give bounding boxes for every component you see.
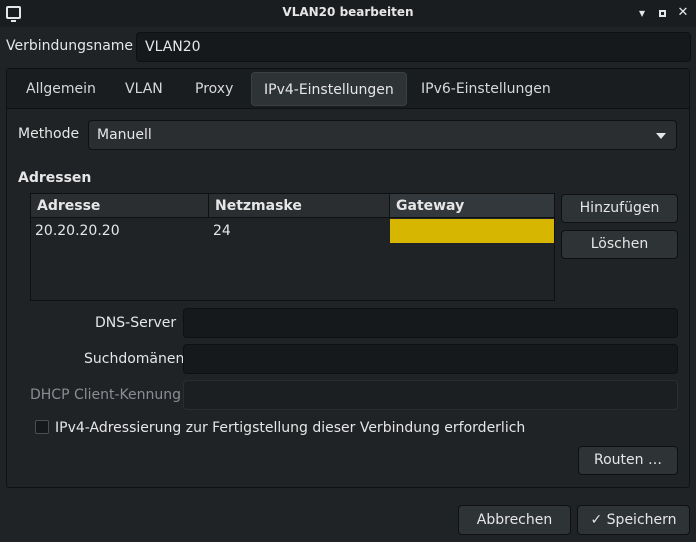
search-domains-field[interactable] bbox=[183, 344, 678, 374]
netmask-cell[interactable]: 24 bbox=[209, 219, 390, 243]
save-button[interactable]: ✓ Speichern bbox=[577, 505, 690, 535]
add-button[interactable]: Hinzufügen bbox=[561, 194, 678, 223]
chevron-down-icon bbox=[656, 133, 666, 139]
connection-name-label: Verbindungsname bbox=[6, 38, 134, 54]
search-domains-label: Suchdomänen bbox=[84, 351, 185, 367]
cancel-button[interactable]: Abbrechen bbox=[458, 505, 571, 535]
tab-vlan[interactable]: VLAN bbox=[113, 72, 175, 106]
address-cell[interactable]: 20.20.20.20 bbox=[31, 219, 209, 243]
tab-proxy[interactable]: Proxy bbox=[183, 72, 245, 106]
routes-button[interactable]: Routen … bbox=[578, 446, 678, 475]
connection-name-field[interactable] bbox=[136, 32, 691, 62]
dhcp-client-id-label: DHCP Client-Kennung bbox=[30, 387, 182, 403]
delete-button[interactable]: Löschen bbox=[561, 230, 678, 259]
tab-general[interactable]: Allgemein bbox=[14, 72, 108, 106]
method-dropdown[interactable]: Manuell bbox=[88, 120, 677, 150]
window-title: VLAN20 bearbeiten bbox=[282, 5, 414, 19]
tab-ipv4-settings[interactable]: IPv4-Einstellungen bbox=[251, 72, 407, 106]
column-header-gateway[interactable]: Gateway bbox=[390, 194, 554, 218]
column-header-netmask[interactable]: Netzmaske bbox=[209, 194, 390, 218]
save-label: Speichern bbox=[606, 512, 677, 528]
dhcp-client-id-field bbox=[183, 380, 678, 410]
tab-ipv6-settings[interactable]: IPv6-Einstellungen bbox=[409, 72, 563, 106]
method-label: Methode bbox=[18, 126, 80, 142]
dns-server-field[interactable] bbox=[183, 308, 678, 338]
check-icon: ✓ bbox=[590, 512, 603, 528]
dns-server-label: DNS-Server bbox=[95, 315, 177, 331]
minimize-icon[interactable]: ▾ bbox=[634, 5, 650, 21]
close-icon[interactable]: ✕ bbox=[675, 5, 691, 21]
column-header-address[interactable]: Adresse bbox=[31, 194, 209, 218]
require-ipv4-checkbox[interactable] bbox=[35, 420, 49, 434]
addresses-heading: Adressen bbox=[18, 170, 92, 186]
method-value: Manuell bbox=[97, 127, 152, 143]
require-ipv4-label[interactable]: IPv4-Adressierung zur Fertigstellung die… bbox=[55, 420, 525, 436]
maximize-icon[interactable] bbox=[654, 5, 670, 21]
gateway-cell-editing[interactable] bbox=[390, 219, 554, 243]
